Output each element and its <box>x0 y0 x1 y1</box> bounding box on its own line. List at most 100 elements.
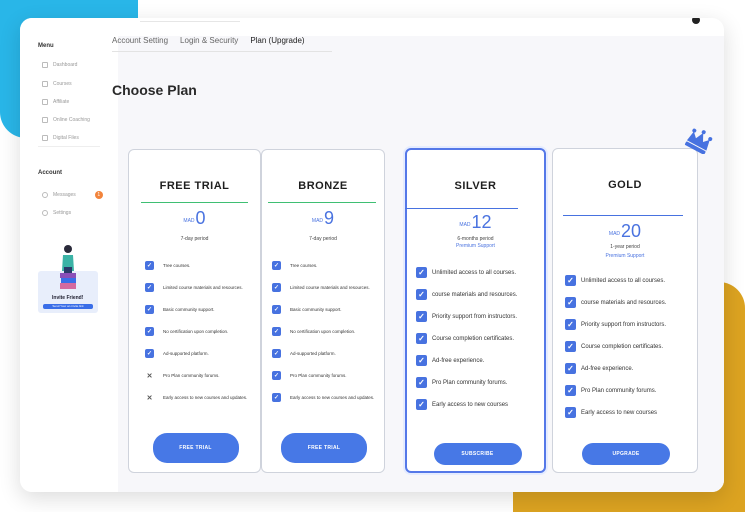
person-with-books-icon <box>60 245 76 289</box>
invite-title: Invite Friend! <box>52 295 84 301</box>
plan-name: FREE TRIAL <box>159 180 230 192</box>
currency: MAD <box>183 218 195 224</box>
tab-account-setting[interactable]: Account Setting <box>112 36 168 49</box>
sidebar-item-label: Digital Files <box>53 135 79 141</box>
feature-item: ✓ Ad-supported platform. <box>145 349 256 358</box>
check-icon: ✓ <box>145 305 154 314</box>
check-icon: ✓ <box>145 327 154 336</box>
feature-text: Course completion certificates. <box>581 343 664 350</box>
account-title: Account <box>38 170 62 176</box>
check-icon: ✓ <box>272 283 281 292</box>
check-icon: ✓ <box>272 327 281 336</box>
sidebar-item-courses[interactable]: Courses <box>42 81 72 87</box>
feature-text: Early access to new courses <box>432 401 509 408</box>
currency: MAD <box>608 231 621 237</box>
feature-item: ✓ Tree courses. <box>145 261 256 270</box>
check-icon: ✓ <box>416 399 427 410</box>
premium-support-label: Premium Support <box>456 243 495 249</box>
feature-text: Early access to new courses and updates. <box>163 395 248 400</box>
feature-text: course materials and resources. <box>432 291 518 298</box>
feature-text: Priority support from instructors. <box>581 321 667 328</box>
price-amount: 0 <box>195 208 206 228</box>
messages-badge: 1 <box>94 191 103 199</box>
check-icon: ✓ <box>565 407 576 418</box>
plan-action-button[interactable]: SUBSCRIBE <box>433 443 522 465</box>
sidebar-item-affiliate[interactable]: Affiliate <box>42 99 69 105</box>
plan-divider <box>141 202 248 203</box>
plan-divider <box>405 208 518 209</box>
check-icon: ✓ <box>416 311 427 322</box>
check-icon: ✓ <box>145 261 154 270</box>
feature-item: ✓ Priority support from instructors. <box>416 311 542 322</box>
feature-item: ✓ Early access to new courses and updates… <box>272 393 380 402</box>
sidebar-item-messages[interactable]: Messages 1 <box>42 191 103 199</box>
plan-name: SILVER <box>454 180 497 192</box>
feature-item: ✓ Limited course materials and resources. <box>145 283 256 292</box>
feature-text: Priority support from instructors. <box>432 313 518 320</box>
plan-period: 7-day period <box>180 236 209 242</box>
plan-period: 1-year period <box>610 244 640 250</box>
check-icon: ✓ <box>565 363 576 374</box>
plan-action-button[interactable]: FREE TRIAL <box>281 433 367 463</box>
feature-item: ✓ Limited course materials and resources. <box>272 283 380 292</box>
feature-item: ✓ Early access to new courses <box>416 399 542 410</box>
plan-card-silver: SILVER MAD12 6-months period Premium Suppor… <box>405 148 546 473</box>
premium-support-label: Premium Support <box>605 253 645 259</box>
page-title: Choose Plan <box>112 82 197 98</box>
check-icon: ✓ <box>416 355 427 366</box>
check-icon: ✓ <box>565 319 576 330</box>
feature-text: Pro Plan community forums. <box>163 373 220 378</box>
plan-action-button[interactable]: UPGRADE <box>582 443 670 465</box>
feature-item: ✓ Basic community support. <box>145 305 256 314</box>
plan-price: MAD20 <box>553 221 697 242</box>
check-icon: ✓ <box>416 289 427 300</box>
plan-name: GOLD <box>608 179 642 191</box>
feature-item: ✓ Ad-free experience. <box>416 355 542 366</box>
tabs-underline <box>112 51 332 52</box>
check-icon: ✓ <box>272 261 281 270</box>
sidebar-item-settings[interactable]: Settings <box>42 210 71 216</box>
sidebar-item-label: Settings <box>53 210 72 216</box>
plan-price: MAD9 <box>262 208 384 229</box>
feature-text: Early access to new courses and updates. <box>290 395 375 400</box>
feature-item: ✕ Pro Plan community forums. <box>145 371 256 380</box>
feature-text: Unlimited access to all courses. <box>432 269 517 276</box>
tab-login-security[interactable]: Login & Security <box>180 36 238 49</box>
check-icon: ✓ <box>272 305 281 314</box>
check-icon: ✓ <box>145 349 154 358</box>
feature-text: Basic community support. <box>163 307 215 312</box>
check-icon: ✓ <box>272 393 281 402</box>
feature-text: Early access to new courses <box>581 409 658 416</box>
feature-item: ✓ No certification upon completion. <box>145 327 256 336</box>
feature-item: ✓ Pro Plan community forums. <box>565 385 693 396</box>
feature-item: ✓ course materials and resources. <box>565 297 693 308</box>
feature-item: ✓ Pro Plan community forums. <box>416 377 542 388</box>
feature-text: Ad-free experience. <box>581 365 634 372</box>
sidebar-item-dashboard[interactable]: Dashboard <box>42 62 77 68</box>
sidebar-divider <box>38 146 100 147</box>
plan-card-free-trial: FREE TRIAL MAD0 7-day period ✓ Tree courses.… <box>128 149 261 473</box>
plan-action-button[interactable]: FREE TRIAL <box>152 433 239 463</box>
price-amount: 9 <box>324 208 335 228</box>
price-amount: 12 <box>471 212 492 232</box>
sidebar-item-label: Courses <box>53 81 72 87</box>
check-icon: ✓ <box>272 371 281 380</box>
tab-plan-upgrade[interactable]: Plan (Upgrade) <box>250 36 304 49</box>
sidebar-item-label: Dashboard <box>53 62 78 68</box>
feature-item: ✓ Tree courses. <box>272 261 380 270</box>
sidebar-item-online-coaching[interactable]: Online Coaching <box>42 117 90 123</box>
sidebar: Menu Dashboard Courses Affiliate Online … <box>20 18 118 492</box>
invite-button[interactable]: Send Your an invite link <box>43 304 93 309</box>
avatar[interactable] <box>692 18 700 24</box>
invite-card: Invite Friend! Send Your an invite link <box>38 245 98 313</box>
plan-card-gold: GOLD MAD20 1-year period Premium Support ✓ Un… <box>552 148 698 473</box>
sidebar-item-label: Affiliate <box>53 99 70 105</box>
sidebar-item-digital-files[interactable]: Digital Files <box>42 135 79 141</box>
feature-item: ✓ Priority support from instructors. <box>565 319 693 330</box>
feature-text: Limited course materials and resources. <box>163 285 243 290</box>
gear-icon <box>42 210 48 216</box>
cross-icon: ✕ <box>146 372 153 380</box>
feature-item: ✓ Course completion certificates. <box>565 341 693 352</box>
plan-name: BRONZE <box>298 180 348 192</box>
check-icon: ✓ <box>416 377 427 388</box>
